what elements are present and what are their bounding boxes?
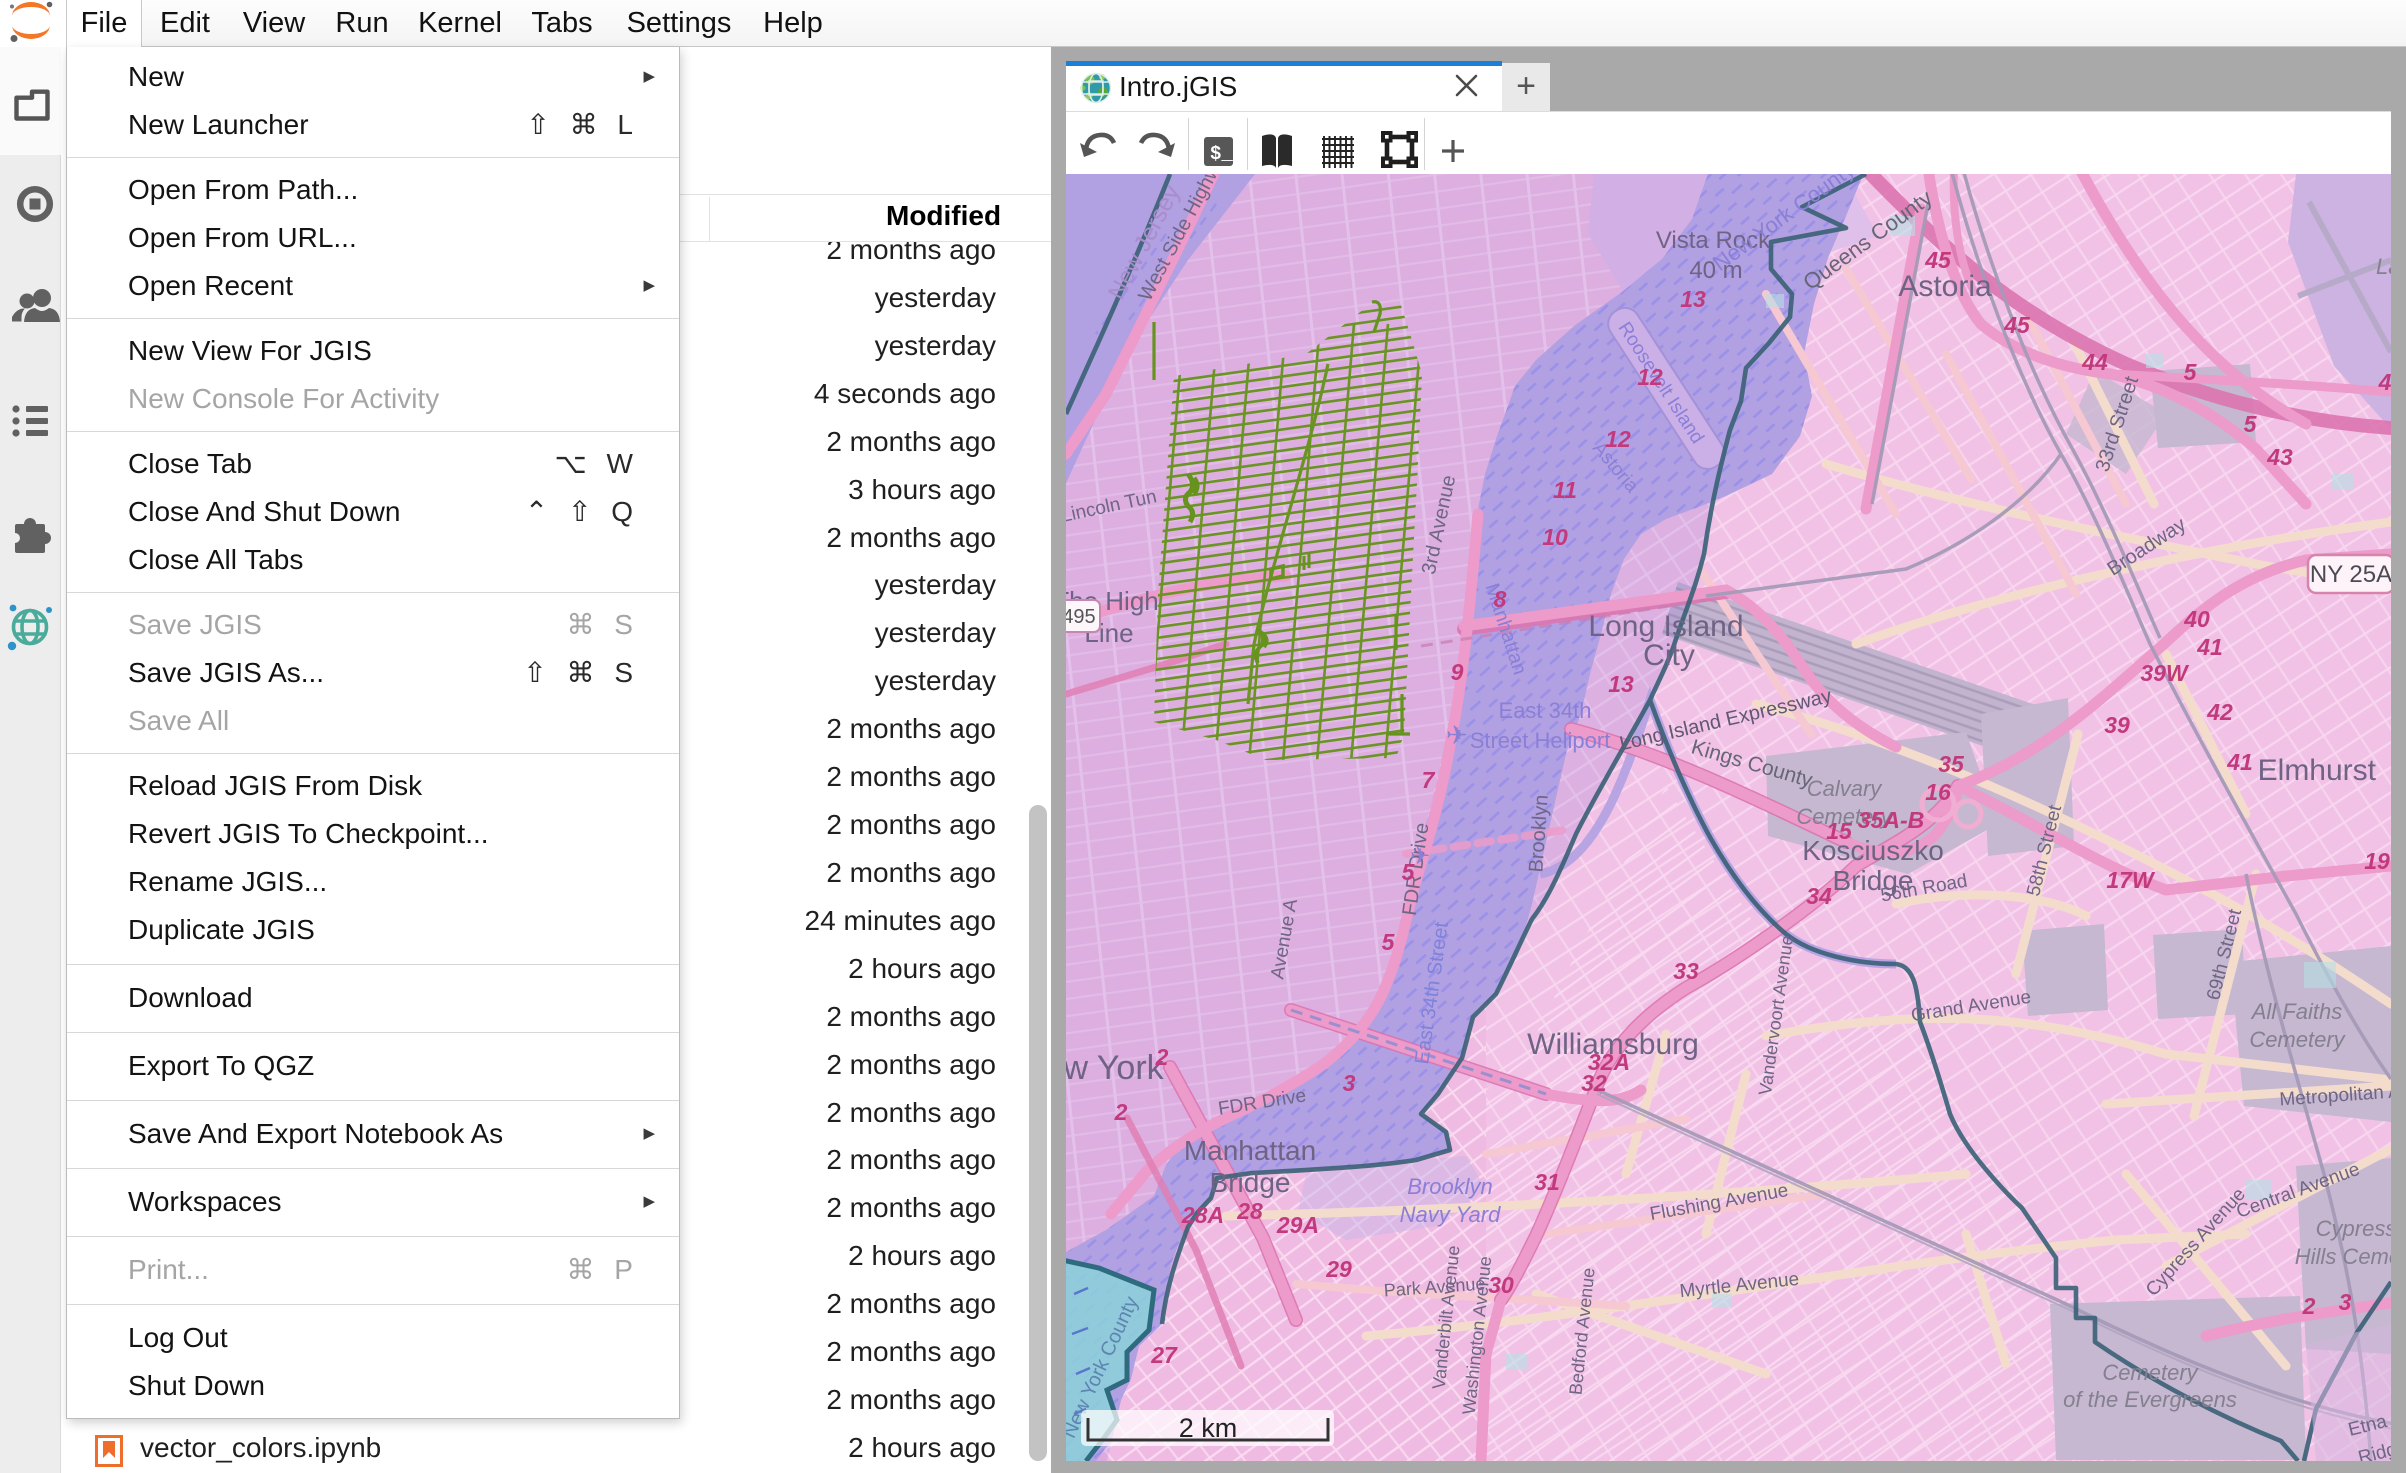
svg-text:NY 25A: NY 25A xyxy=(2310,561,2391,588)
svg-text:43: 43 xyxy=(2266,444,2293,470)
svg-text:15: 15 xyxy=(1826,818,1853,844)
svg-text:7: 7 xyxy=(1422,767,1436,793)
svg-text:33: 33 xyxy=(1673,958,1699,984)
svg-text:8: 8 xyxy=(1494,586,1507,612)
svg-text:3: 3 xyxy=(1343,1070,1356,1096)
svg-text:12: 12 xyxy=(1605,426,1631,452)
svg-text:19: 19 xyxy=(2364,848,2390,874)
svg-text:of the Evergreens: of the Evergreens xyxy=(2063,1387,2237,1412)
svg-text:4: 4 xyxy=(2378,369,2391,395)
svg-text:495: 495 xyxy=(1066,606,1096,628)
svg-text:Calvary: Calvary xyxy=(1807,776,1884,801)
svg-text:17W: 17W xyxy=(2106,867,2156,893)
svg-text:42: 42 xyxy=(2206,699,2233,725)
svg-text:28A: 28A xyxy=(1181,1202,1224,1228)
svg-text:40: 40 xyxy=(2183,606,2210,632)
svg-text:41: 41 xyxy=(2226,749,2253,775)
svg-text:2: 2 xyxy=(2302,1293,2316,1319)
svg-text:12: 12 xyxy=(1637,364,1663,390)
svg-text:Navy Yard: Navy Yard xyxy=(1400,1202,1501,1227)
svg-text:9: 9 xyxy=(1451,659,1464,685)
svg-text:2: 2 xyxy=(1155,1044,1169,1070)
svg-text:39: 39 xyxy=(2104,712,2130,738)
svg-text:10: 10 xyxy=(1542,524,1568,550)
svg-text:45: 45 xyxy=(2003,312,2031,338)
svg-text:East 34th: East 34th xyxy=(1499,698,1592,723)
svg-text:5: 5 xyxy=(1382,929,1396,955)
svg-text:5: 5 xyxy=(2244,411,2258,437)
svg-text:2 km: 2 km xyxy=(1179,1413,1238,1443)
svg-text:All Faiths: All Faiths xyxy=(2250,999,2342,1024)
svg-text:3: 3 xyxy=(2339,1289,2352,1315)
svg-text:13: 13 xyxy=(1680,286,1706,312)
svg-text:41: 41 xyxy=(2196,634,2223,660)
svg-text:30: 30 xyxy=(1488,1272,1514,1298)
svg-text:34: 34 xyxy=(1806,883,1832,909)
svg-text:$_: $_ xyxy=(1210,143,1233,165)
svg-text:Cemetery: Cemetery xyxy=(2249,1027,2346,1052)
svg-text:Elmhurst: Elmhurst xyxy=(2258,754,2377,787)
svg-text:2: 2 xyxy=(1114,1099,1128,1125)
svg-text:44: 44 xyxy=(2081,349,2108,375)
svg-text:39W: 39W xyxy=(2140,660,2190,686)
svg-text:Manhattan: Manhattan xyxy=(1184,1135,1316,1166)
svg-text:28: 28 xyxy=(1236,1198,1263,1224)
svg-text:29: 29 xyxy=(1325,1256,1352,1282)
svg-text:35A-B: 35A-B xyxy=(1858,807,1924,833)
svg-text:13: 13 xyxy=(1608,671,1634,697)
svg-text:Cemetery: Cemetery xyxy=(2102,1360,2199,1385)
svg-text:11: 11 xyxy=(1553,477,1577,503)
svg-text:Hills Cemet: Hills Cemet xyxy=(2295,1244,2391,1269)
svg-text:29A: 29A xyxy=(1276,1212,1319,1238)
svg-text:35: 35 xyxy=(1938,751,1965,777)
svg-text:✈: ✈ xyxy=(1410,843,1430,870)
svg-text:45: 45 xyxy=(1924,247,1952,273)
svg-text:5: 5 xyxy=(2184,359,2198,385)
svg-text:Kosciuszko: Kosciuszko xyxy=(1802,835,1944,866)
svg-text:Cypress: Cypress xyxy=(2316,1216,2391,1241)
svg-text:City: City xyxy=(1643,639,1695,672)
svg-text:Brooklyn: Brooklyn xyxy=(1407,1174,1493,1199)
svg-text:27: 27 xyxy=(1150,1342,1178,1368)
svg-text:Astoria: Astoria xyxy=(1898,270,1992,303)
svg-text:La: La xyxy=(2376,254,2391,279)
svg-text:32: 32 xyxy=(1581,1070,1607,1096)
svg-text:✈: ✈ xyxy=(1446,720,1468,750)
svg-text:16: 16 xyxy=(1925,779,1951,805)
svg-text:31: 31 xyxy=(1534,1169,1560,1195)
svg-text:New York: New York xyxy=(1066,1049,1165,1087)
svg-text:Street Heliport: Street Heliport xyxy=(1470,728,1611,753)
svg-text:Bridge: Bridge xyxy=(1210,1167,1291,1198)
